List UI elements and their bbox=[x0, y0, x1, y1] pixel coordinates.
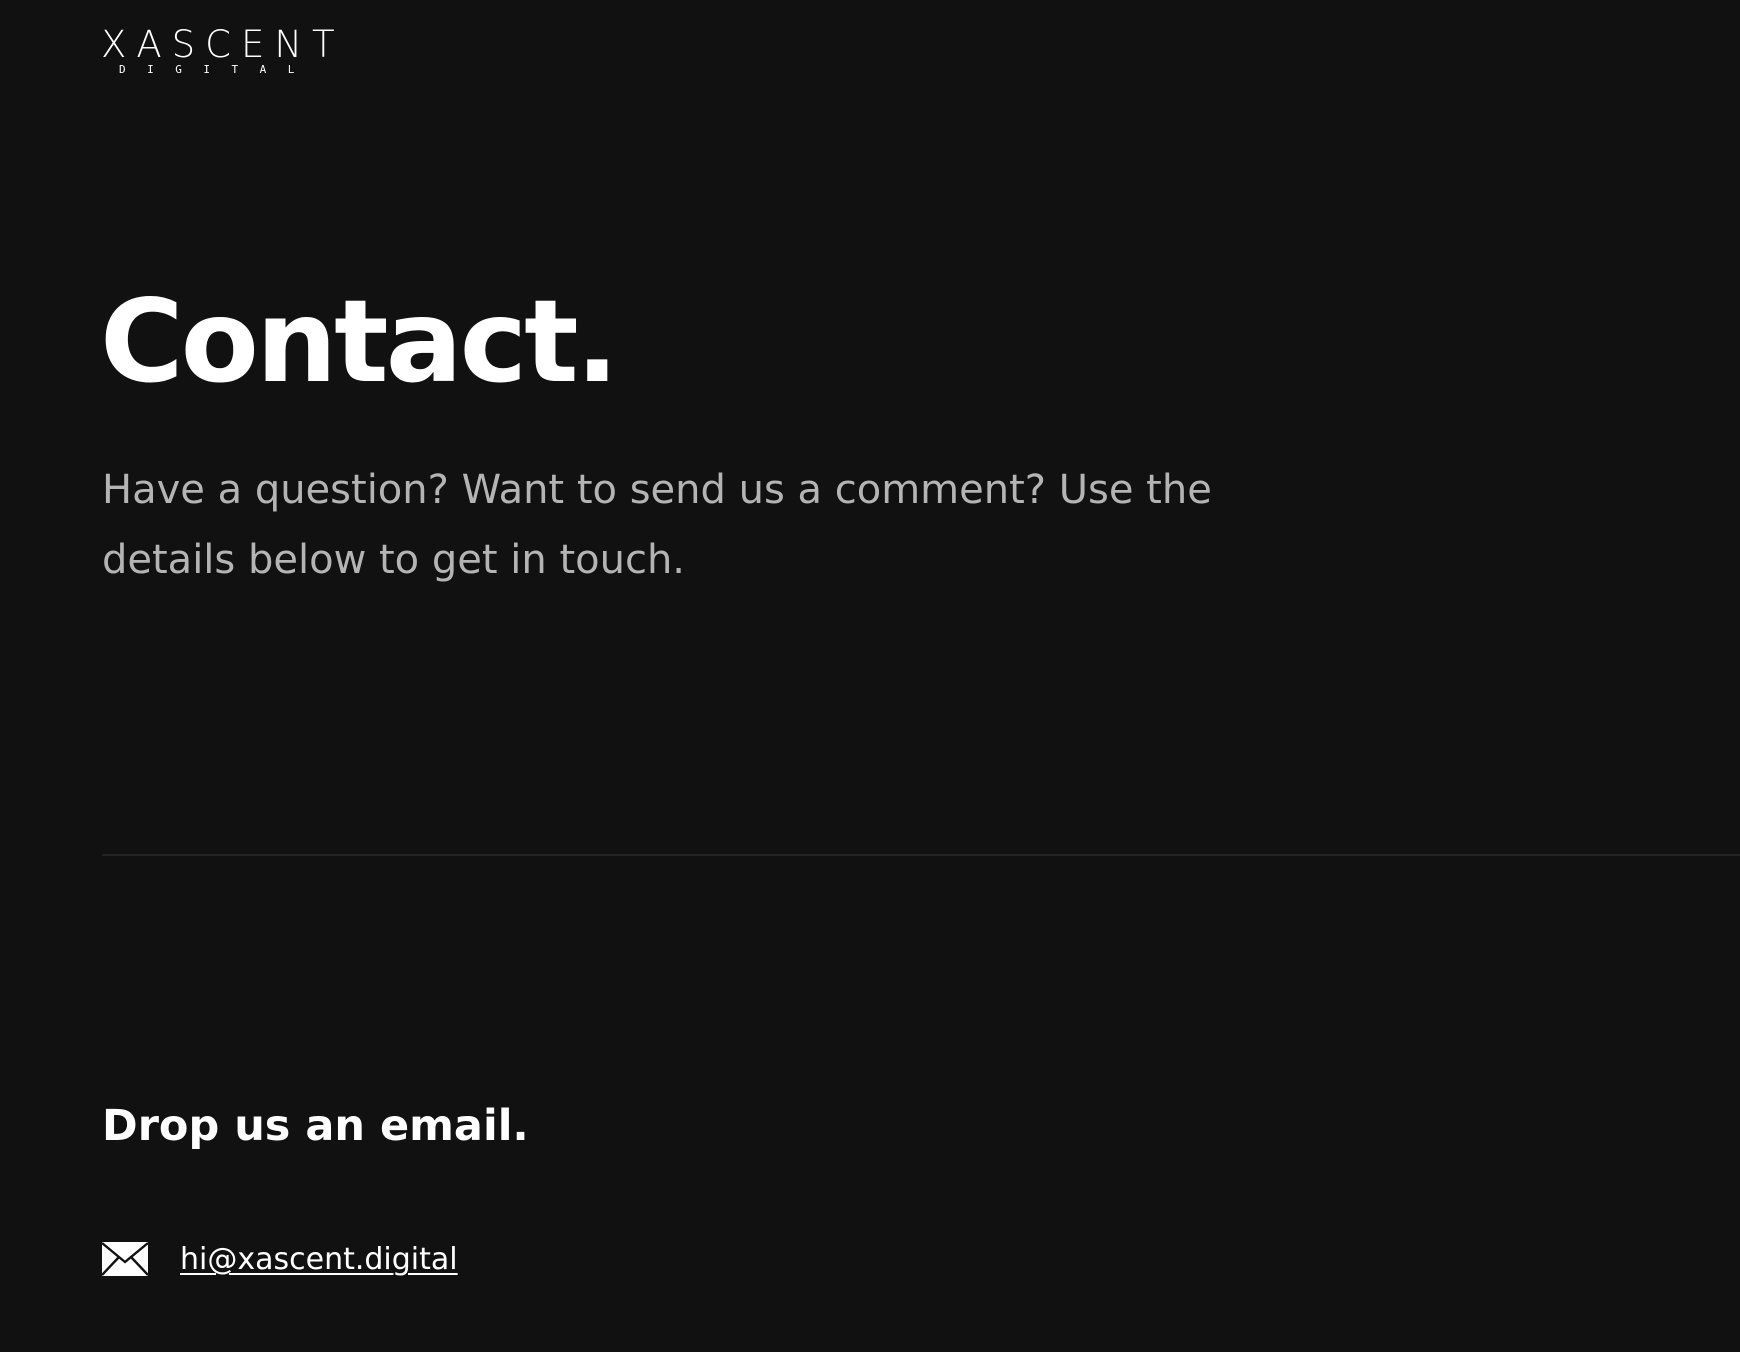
envelope-icon bbox=[102, 1242, 148, 1276]
page-title: Contact. bbox=[100, 275, 619, 408]
intro-text: Have a question? Want to send us a comme… bbox=[102, 467, 1212, 583]
email-section-heading: Drop us an email. bbox=[102, 1101, 529, 1151]
email-link[interactable]: hi@xascent.digital bbox=[180, 1238, 458, 1282]
logo-wordmark: XASCENT bbox=[101, 23, 345, 66]
logo-subtitle: DIGITAL bbox=[119, 63, 316, 76]
divider bbox=[102, 854, 1740, 856]
logo[interactable]: XASCENT DIGITAL bbox=[101, 26, 335, 78]
